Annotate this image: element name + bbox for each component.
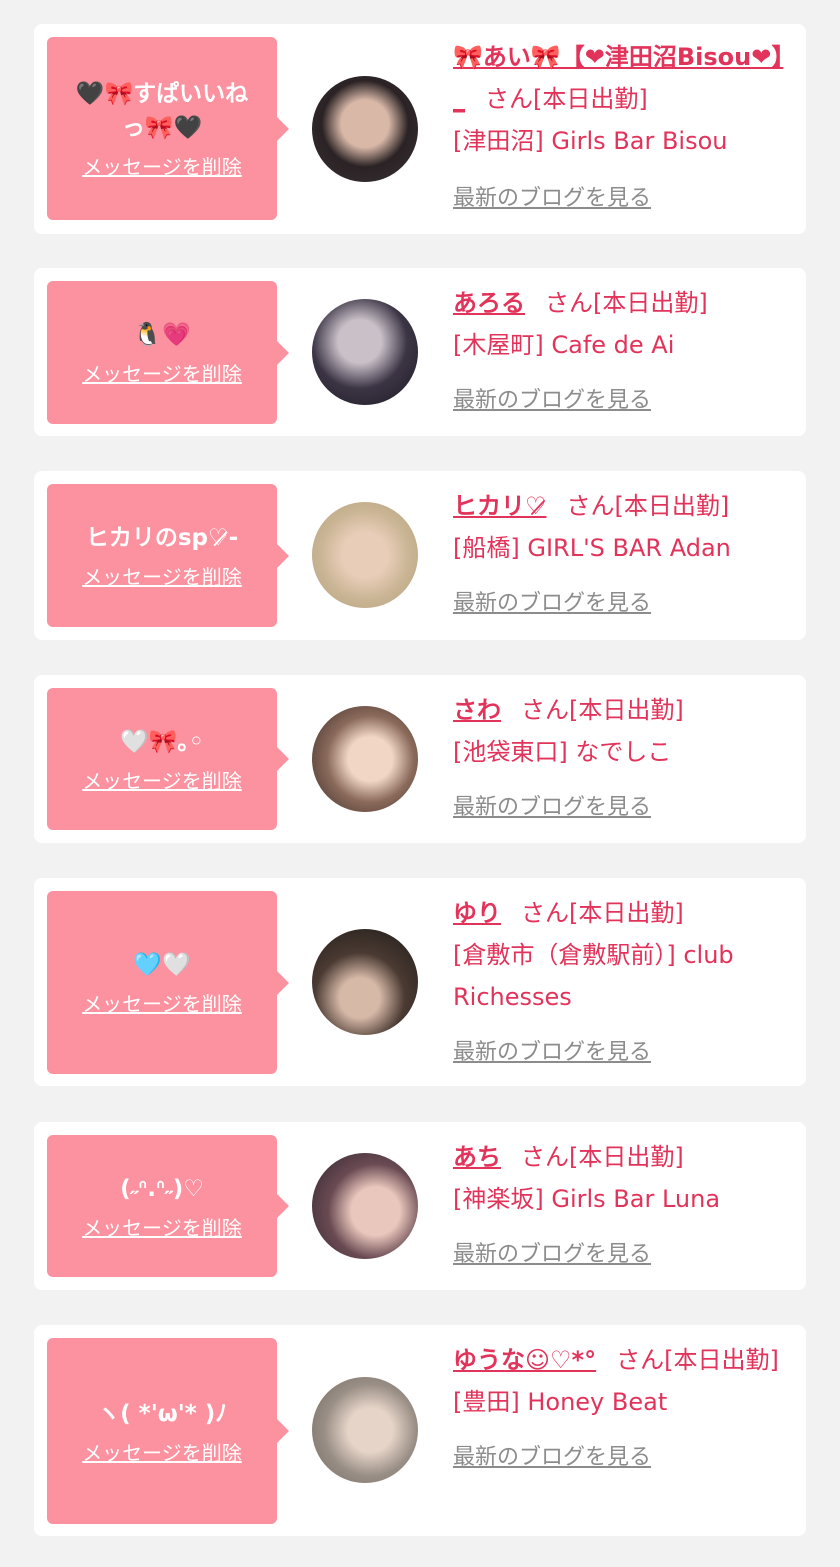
status-text: [本日出勤] (614, 492, 730, 520)
cast-info: あち さん[本日出勤] [神楽坂] Girls Bar Luna 最新のブログを見… (453, 1136, 793, 1276)
latest-blog-link[interactable]: 最新のブログを見る (453, 1234, 651, 1276)
latest-blog-link[interactable]: 最新のブログを見る (453, 583, 651, 625)
delete-message-link[interactable]: メッセージを削除 (82, 1437, 242, 1466)
san-suffix: さん (566, 492, 615, 520)
cast-info: ヒカリ♡̷ さん[本日出勤] [船橋] GIRL'S BAR Adan 最新のブロ… (453, 485, 793, 625)
san-suffix: さん (545, 289, 593, 317)
avatar[interactable] (312, 1377, 418, 1483)
shop-text: [豊田] Honey Beat (453, 1388, 668, 1416)
cast-name-link[interactable]: さわ (453, 696, 501, 724)
message-text: 🤍🎀｡◦ (120, 728, 204, 755)
avatar[interactable] (312, 706, 418, 812)
cast-info: あろる さん[本日出勤] [木屋町] Cafe de Ai 最新のブログを見る (453, 282, 793, 422)
message-card: ヽ( *'ω'* )ﾉ メッセージを削除 ゆうな☺︎♡*° さん[本日出勤] [豊… (34, 1325, 806, 1536)
cast-info: さわ さん[本日出勤] [池袋東口] なでしこ 最新のブログを見る (453, 689, 793, 829)
message-text: ヽ( *'ω'* )ﾉ (97, 1400, 227, 1427)
message-text: 🩵🤍 (133, 952, 191, 978)
message-bubble: 🤍🎀｡◦ メッセージを削除 (47, 688, 289, 830)
cast-name-link[interactable]: ゆり (453, 899, 501, 927)
cast-name-link[interactable]: あろる (453, 289, 525, 317)
avatar[interactable] (312, 1153, 418, 1259)
cast-info: ゆうな☺︎♡*° さん[本日出勤] [豊田] Honey Beat 最新のブログを… (453, 1339, 793, 1479)
shop-text: [倉敷市（倉敷駅前）] club Richesses (453, 941, 734, 1011)
avatar[interactable] (312, 76, 418, 182)
message-bubble: ヒカリのsp♡̷̷- メッセージを削除 (47, 484, 289, 627)
status-text: [本日出勤] (569, 696, 684, 724)
latest-blog-link[interactable]: 最新のブログを見る (453, 178, 651, 220)
san-suffix: さん (521, 899, 569, 927)
message-text: ヒカリのsp♡̷̷- (85, 525, 239, 551)
status-text: [本日出勤] (569, 899, 684, 927)
status-text: [本日出勤] (664, 1346, 779, 1374)
message-card: 🖤🎀すぱいいね っ🎀🖤 メッセージを削除 🎀あい🎀【❤津田沼Bisou❤】_ さん… (34, 24, 806, 234)
delete-message-link[interactable]: メッセージを削除 (82, 1212, 242, 1241)
cast-info: ゆり さん[本日出勤] [倉敷市（倉敷駅前）] club Richesses 最新… (453, 892, 793, 1074)
shop-text: [津田沼] Girls Bar Bisou (453, 127, 728, 155)
cast-name-link[interactable]: ゆうな☺︎♡*° (453, 1346, 596, 1374)
message-text: (˶ᐢ.ᐢ˶)♡ (120, 1175, 204, 1202)
san-suffix: さん (616, 1346, 665, 1374)
delete-message-link[interactable]: メッセージを削除 (82, 988, 242, 1017)
shop-text: [神楽坂] Girls Bar Luna (453, 1185, 721, 1213)
message-bubble: 🐧💗 メッセージを削除 (47, 281, 289, 424)
status-text: [本日出勤] (533, 85, 648, 113)
status-text: [本日出勤] (593, 289, 708, 317)
cast-name-link[interactable]: あち (453, 1143, 501, 1171)
san-suffix: さん (521, 696, 569, 724)
status-text: [本日出勤] (569, 1143, 684, 1171)
latest-blog-link[interactable]: 最新のブログを見る (453, 1032, 651, 1074)
shop-text: [船橋] GIRL'S BAR Adan (453, 534, 731, 562)
message-card: 🐧💗 メッセージを削除 あろる さん[本日出勤] [木屋町] Cafe de Ai… (34, 268, 806, 436)
message-bubble: 🖤🎀すぱいいね っ🎀🖤 メッセージを削除 (47, 37, 289, 220)
shop-text: [木屋町] Cafe de Ai (453, 331, 675, 359)
delete-message-link[interactable]: メッセージを削除 (82, 151, 242, 180)
avatar[interactable] (312, 502, 418, 608)
delete-message-link[interactable]: メッセージを削除 (82, 358, 242, 387)
avatar[interactable] (312, 299, 418, 405)
message-card: ヒカリのsp♡̷̷- メッセージを削除 ヒカリ♡̷ さん[本日出勤] [船橋] G… (34, 471, 806, 640)
message-card: 🤍🎀｡◦ メッセージを削除 さわ さん[本日出勤] [池袋東口] なでしこ 最新の… (34, 675, 806, 843)
shop-text: [池袋東口] なでしこ (453, 738, 672, 766)
san-suffix: さん (485, 85, 533, 113)
message-bubble: ヽ( *'ω'* )ﾉ メッセージを削除 (47, 1338, 289, 1524)
message-text: 🖤🎀すぱいいね っ🎀🖤 (75, 81, 249, 141)
latest-blog-link[interactable]: 最新のブログを見る (453, 380, 651, 422)
san-suffix: さん (521, 1143, 569, 1171)
cast-name-link[interactable]: ヒカリ♡̷ (453, 492, 547, 520)
avatar[interactable] (312, 929, 418, 1035)
message-text: 🐧💗 (133, 322, 191, 348)
latest-blog-link[interactable]: 最新のブログを見る (453, 1437, 651, 1479)
cast-info: 🎀あい🎀【❤津田沼Bisou❤】_ さん[本日出勤] [津田沼] Girls Ba… (453, 36, 793, 220)
latest-blog-link[interactable]: 最新のブログを見る (453, 787, 651, 829)
delete-message-link[interactable]: メッセージを削除 (82, 561, 242, 590)
message-bubble: 🩵🤍 メッセージを削除 (47, 891, 289, 1074)
message-card: 🩵🤍 メッセージを削除 ゆり さん[本日出勤] [倉敷市（倉敷駅前）] club … (34, 878, 806, 1086)
message-card: (˶ᐢ.ᐢ˶)♡ メッセージを削除 あち さん[本日出勤] [神楽坂] Girls… (34, 1122, 806, 1290)
message-bubble: (˶ᐢ.ᐢ˶)♡ メッセージを削除 (47, 1135, 289, 1277)
delete-message-link[interactable]: メッセージを削除 (82, 765, 242, 794)
